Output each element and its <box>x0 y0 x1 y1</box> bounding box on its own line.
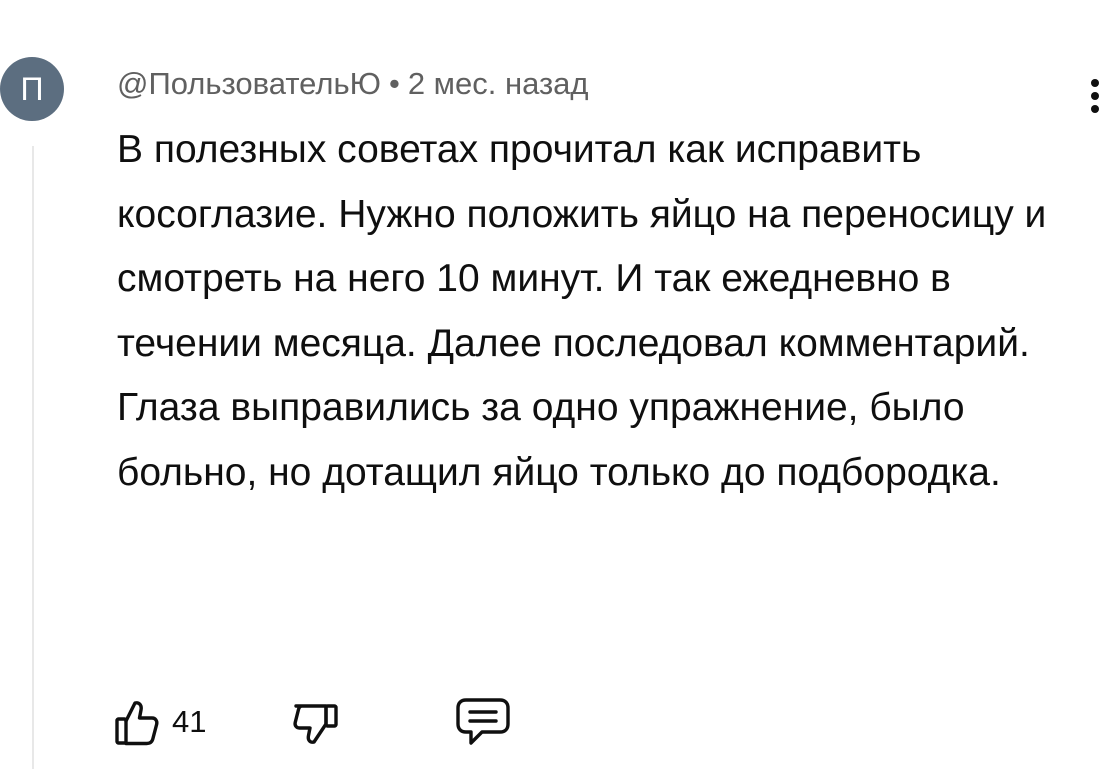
reply-button[interactable] <box>452 694 514 750</box>
more-vertical-icon-dot <box>1091 105 1099 113</box>
comment-text: В полезных советах прочитал как исправит… <box>117 128 1047 494</box>
more-vertical-icon <box>1091 79 1099 87</box>
thumbs-up-icon <box>114 697 160 747</box>
author-name[interactable]: @ПользовательЮ <box>117 66 381 102</box>
thumbs-down-icon <box>292 698 340 746</box>
thread-line <box>32 146 34 769</box>
comment-meta: @ПользовательЮ • 2 мес. назад <box>117 58 589 110</box>
meta-separator: • <box>388 66 400 101</box>
avatar-letter: П <box>20 70 44 107</box>
comment-reply-icon <box>452 696 514 748</box>
dislike-button[interactable] <box>292 694 340 750</box>
more-options-button[interactable] <box>1082 70 1108 122</box>
avatar[interactable]: П <box>0 57 64 121</box>
more-vertical-icon-dot <box>1091 92 1099 100</box>
like-button[interactable]: 41 <box>114 694 206 750</box>
like-count: 41 <box>172 704 207 739</box>
comment-time[interactable]: 2 мес. назад <box>408 66 589 102</box>
